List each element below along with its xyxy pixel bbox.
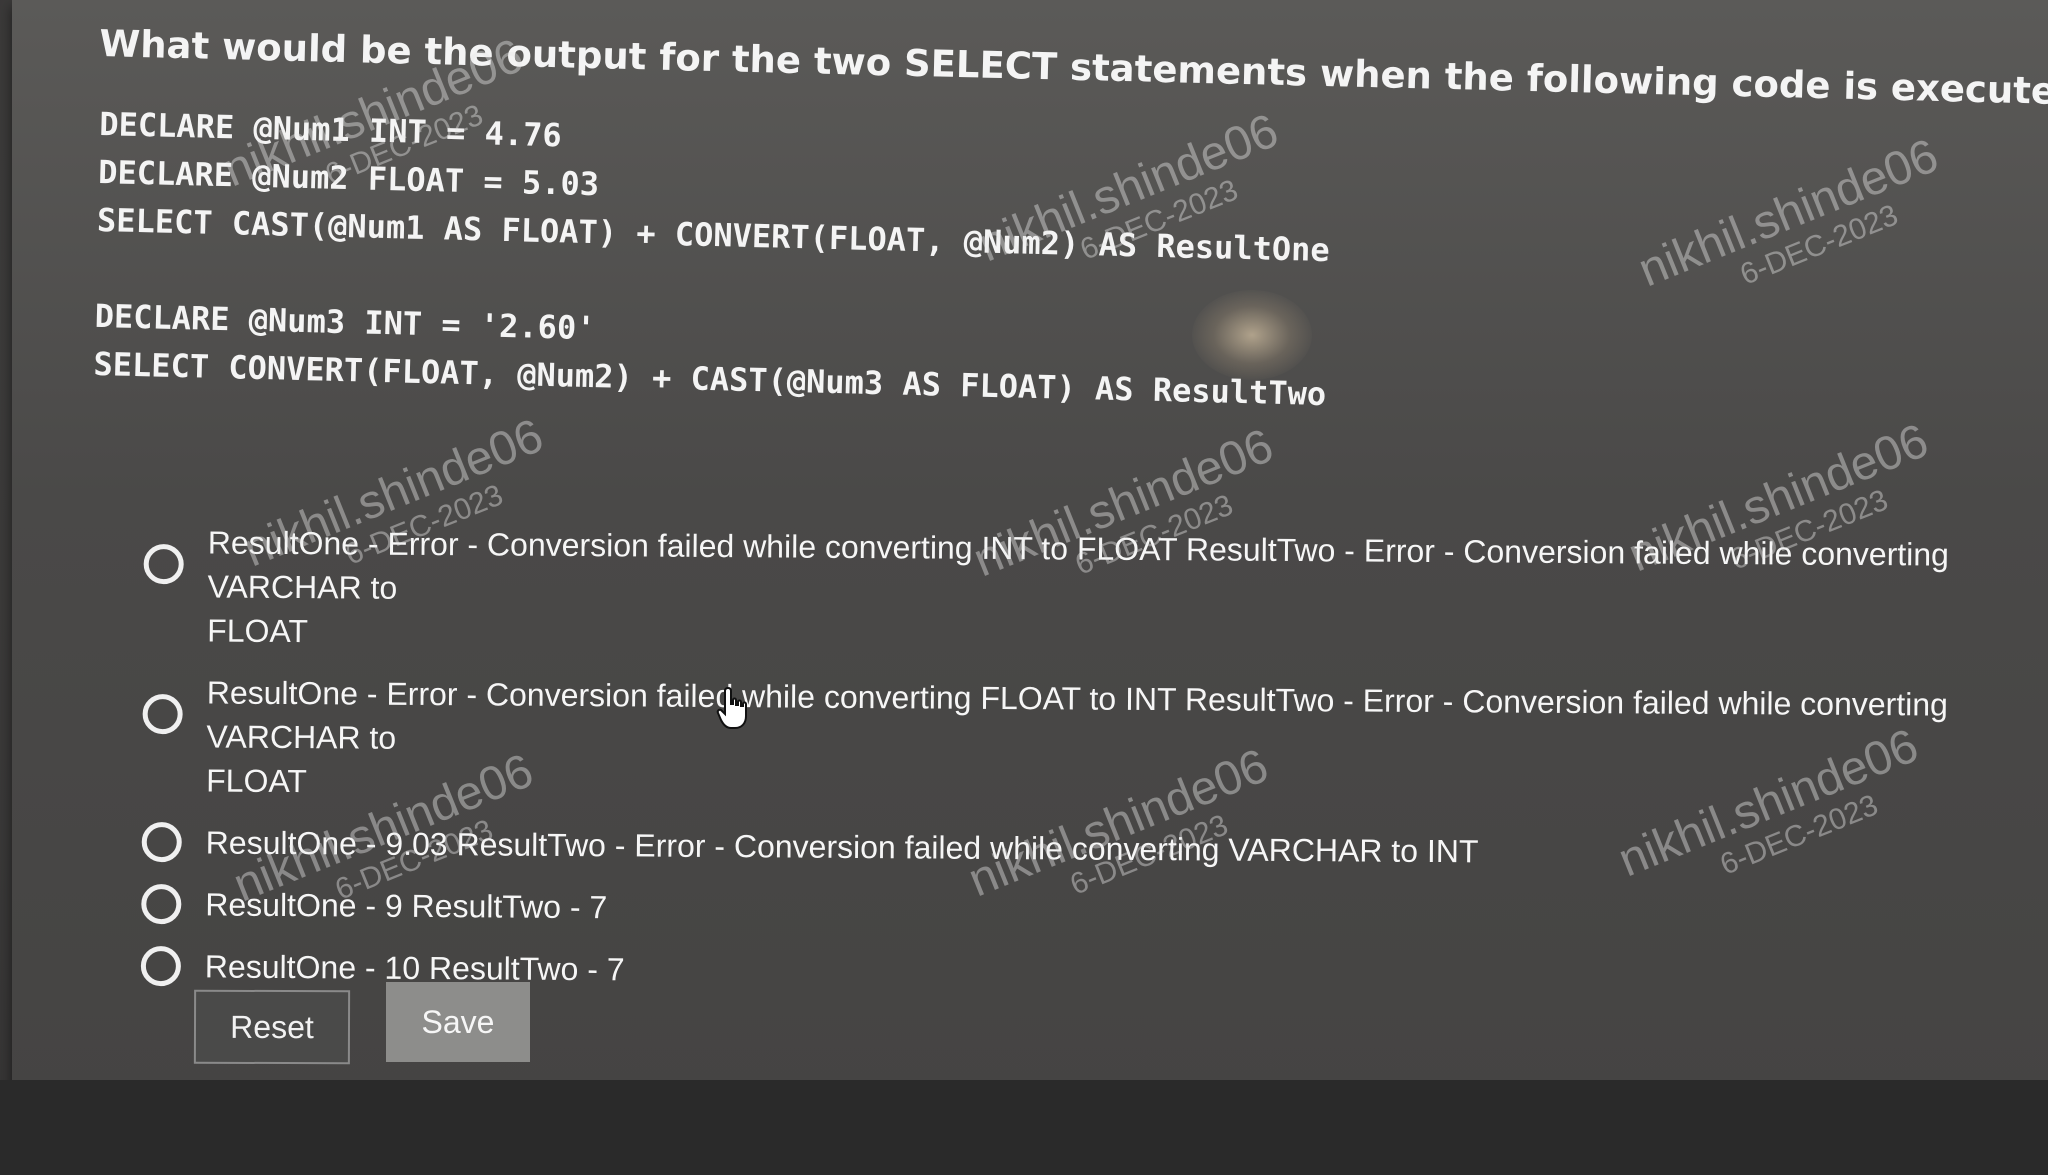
question-text: What would be the output for the two SEL… [98, 22, 2048, 120]
answer-option-label: ResultOne - 9 ResultTwo - 7 [205, 886, 608, 926]
watermark: nikhil.shinde06 6-DEC-2023 [1631, 129, 1957, 326]
hand-pointer-icon [716, 686, 747, 729]
code-block: DECLARE @Num1 INT = 4.76 DECLARE @Num2 F… [93, 100, 1333, 418]
answer-options: ResultOne - Error - Conversion failed wh… [140, 520, 2004, 1019]
radio-unchecked-icon[interactable] [143, 543, 184, 585]
answer-option-label: ResultOne - Error - Conversion failed wh… [206, 670, 2003, 815]
answer-option-1[interactable]: ResultOne - Error - Conversion failed wh… [143, 520, 2004, 665]
answer-option-2[interactable]: ResultOne - Error - Conversion failed wh… [142, 670, 2003, 815]
reset-button[interactable]: Reset [193, 989, 351, 1065]
answer-option-text: ResultOne - Error - Conversion failed wh… [206, 674, 1949, 756]
answer-option-text-cont: FLOAT [207, 612, 309, 650]
radio-unchecked-icon[interactable] [142, 693, 183, 735]
radio-unchecked-icon[interactable] [141, 883, 182, 925]
quiz-panel: What would be the output for the two SEL… [12, 0, 2048, 1105]
watermark-date: 6-DEC-2023 [1735, 198, 1903, 292]
answer-option-4[interactable]: ResultOne - 9 ResultTwo - 7 [141, 882, 2001, 939]
radio-unchecked-icon[interactable] [141, 821, 182, 863]
answer-option-text: ResultOne - Error - Conversion failed wh… [207, 524, 1950, 606]
answer-option-text-cont: FLOAT [206, 762, 308, 800]
monitor-bezel [0, 1080, 2048, 1175]
answer-option-3[interactable]: ResultOne - 9.03 ResultTwo - Error - Con… [141, 820, 2002, 877]
radio-unchecked-icon[interactable] [140, 945, 182, 987]
answer-option-label: ResultOne - 9.03 ResultTwo - Error - Con… [205, 824, 1479, 870]
save-button[interactable]: Save [386, 982, 530, 1062]
screen: What would be the output for the two SEL… [0, 0, 2048, 1175]
watermark-name: nikhil.shinde06 [1631, 129, 1946, 298]
answer-option-label: ResultOne - Error - Conversion failed wh… [207, 520, 2004, 665]
